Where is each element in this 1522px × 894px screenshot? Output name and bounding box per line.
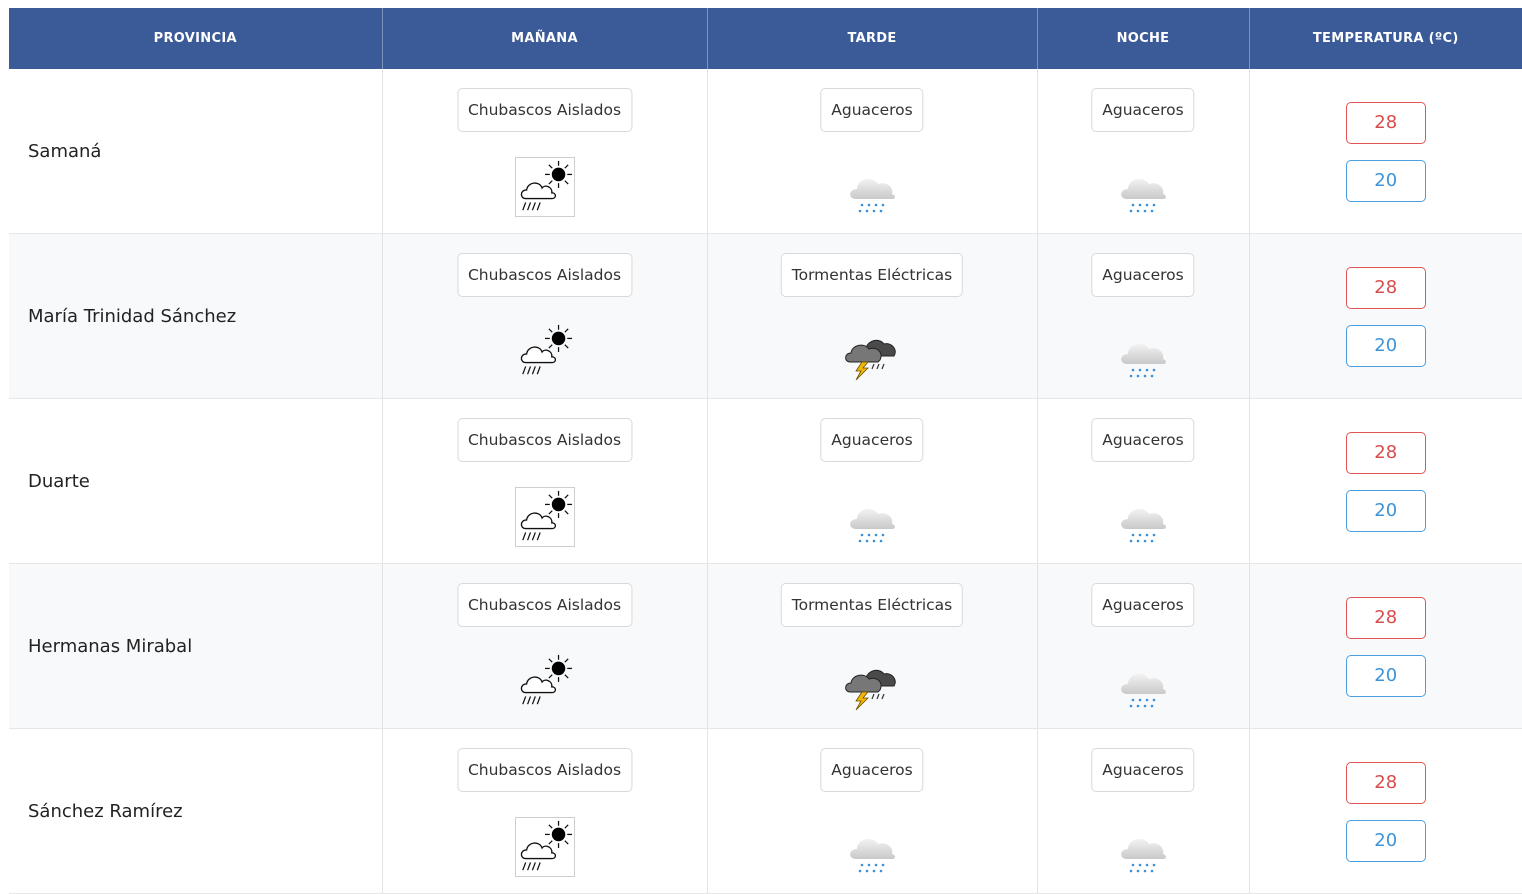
- table-row: Samaná Chubascos Aislados Aguaceros Agua…: [9, 69, 1522, 234]
- scattered-showers-sun-icon: [514, 817, 575, 877]
- scattered-showers-sun-icon: [514, 157, 575, 217]
- temperature-cell: 28 20: [1249, 728, 1522, 894]
- afternoon-cell: Aguaceros: [707, 69, 1038, 234]
- morning-cell: Chubascos Aislados: [382, 233, 708, 399]
- header-noche: NOCHE: [1037, 8, 1250, 69]
- morning-cell: Chubascos Aislados: [382, 69, 708, 234]
- night-cell: Aguaceros: [1037, 728, 1250, 894]
- afternoon-cell: Aguaceros: [707, 728, 1038, 894]
- province-name: Sánchez Ramírez: [9, 728, 383, 894]
- table-row: Hermanas Mirabal Chubascos Aislados Torm…: [9, 563, 1522, 729]
- night-cell: Aguaceros: [1037, 563, 1250, 729]
- rain-cloud-icon: [842, 487, 902, 547]
- afternoon-cell: Tormentas Eléctricas: [707, 563, 1038, 729]
- night-cell: Aguaceros: [1037, 233, 1250, 399]
- afternoon-cell: Tormentas Eléctricas: [707, 233, 1038, 399]
- condition-label: Chubascos Aislados: [456, 88, 633, 132]
- thunderstorm-icon: [842, 652, 902, 712]
- header-manana: MAÑANA: [382, 8, 708, 69]
- max-temp-badge: 28: [1345, 597, 1426, 639]
- header-tarde: TARDE: [707, 8, 1038, 69]
- condition-label: Tormentas Eléctricas: [780, 583, 964, 627]
- temperature-cell: 28 20: [1249, 398, 1522, 564]
- morning-cell: Chubascos Aislados: [382, 563, 708, 729]
- rain-cloud-icon: [842, 817, 902, 877]
- max-temp-badge: 28: [1345, 267, 1426, 309]
- condition-label: Aguaceros: [1091, 748, 1195, 792]
- header-temperatura: TEMPERATURA (ºC): [1249, 8, 1522, 69]
- rain-cloud-icon: [1113, 157, 1173, 217]
- condition-label: Chubascos Aislados: [456, 418, 633, 462]
- rain-cloud-icon: [1113, 322, 1173, 382]
- condition-label: Tormentas Eléctricas: [780, 253, 964, 297]
- scattered-showers-sun-icon: [515, 322, 575, 382]
- province-name: Hermanas Mirabal: [9, 563, 383, 729]
- min-temp-badge: 20: [1345, 325, 1426, 367]
- temperature-cell: 28 20: [1249, 69, 1522, 234]
- min-temp-badge: 20: [1345, 655, 1426, 697]
- province-name: Duarte: [9, 398, 383, 564]
- max-temp-badge: 28: [1345, 432, 1426, 474]
- scattered-showers-sun-icon: [514, 487, 575, 547]
- table-row: Duarte Chubascos Aislados Aguaceros Agua…: [9, 398, 1522, 564]
- rain-cloud-icon: [1113, 487, 1173, 547]
- condition-label: Aguaceros: [1091, 583, 1195, 627]
- scattered-showers-sun-icon: [515, 652, 575, 712]
- table-header-row: PROVINCIA MAÑANA TARDE NOCHE TEMPERATURA…: [9, 8, 1522, 69]
- night-cell: Aguaceros: [1037, 69, 1250, 234]
- rain-cloud-icon: [842, 157, 902, 217]
- condition-label: Chubascos Aislados: [456, 748, 633, 792]
- temperature-cell: 28 20: [1249, 233, 1522, 399]
- condition-label: Aguaceros: [820, 748, 924, 792]
- min-temp-badge: 20: [1345, 490, 1426, 532]
- condition-label: Chubascos Aislados: [456, 583, 633, 627]
- rain-cloud-icon: [1113, 817, 1173, 877]
- condition-label: Chubascos Aislados: [456, 253, 633, 297]
- table-row: Sánchez Ramírez Chubascos Aislados Aguac…: [9, 728, 1522, 894]
- rain-cloud-icon: [1113, 652, 1173, 712]
- province-name: María Trinidad Sánchez: [9, 233, 383, 399]
- province-name: Samaná: [9, 69, 383, 234]
- morning-cell: Chubascos Aislados: [382, 728, 708, 894]
- morning-cell: Chubascos Aislados: [382, 398, 708, 564]
- condition-label: Aguaceros: [820, 418, 924, 462]
- night-cell: Aguaceros: [1037, 398, 1250, 564]
- condition-label: Aguaceros: [1091, 88, 1195, 132]
- thunderstorm-icon: [842, 322, 902, 382]
- condition-label: Aguaceros: [1091, 418, 1195, 462]
- forecast-table: PROVINCIA MAÑANA TARDE NOCHE TEMPERATURA…: [9, 8, 1522, 894]
- temperature-cell: 28 20: [1249, 563, 1522, 729]
- min-temp-badge: 20: [1345, 820, 1426, 862]
- condition-label: Aguaceros: [1091, 253, 1195, 297]
- table-row: María Trinidad Sánchez Chubascos Aislado…: [9, 233, 1522, 399]
- header-provincia: PROVINCIA: [9, 8, 383, 69]
- min-temp-badge: 20: [1345, 160, 1426, 202]
- afternoon-cell: Aguaceros: [707, 398, 1038, 564]
- max-temp-badge: 28: [1345, 762, 1426, 804]
- forecast-table-wrapper: PROVINCIA MAÑANA TARDE NOCHE TEMPERATURA…: [9, 8, 1522, 894]
- condition-label: Aguaceros: [820, 88, 924, 132]
- max-temp-badge: 28: [1345, 102, 1426, 144]
